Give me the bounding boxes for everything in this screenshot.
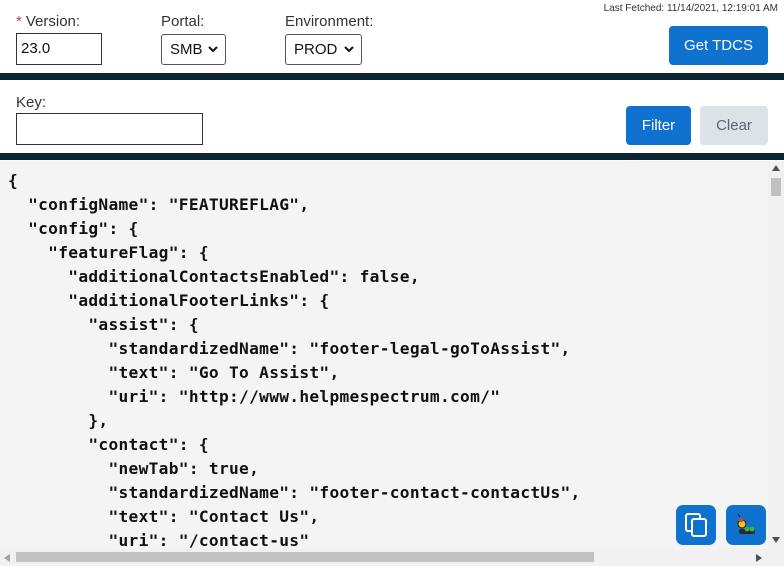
version-label-text: Version: (25, 13, 81, 30)
debug-button[interactable] (726, 505, 766, 545)
scrollbar-corner (768, 549, 784, 566)
chevron-down-icon (208, 46, 218, 53)
vertical-scroll-thumb[interactable] (771, 178, 781, 196)
environment-select[interactable]: PROD (285, 34, 362, 65)
copy-icon (685, 513, 707, 537)
clear-button[interactable]: Clear (700, 106, 768, 145)
filter-divider (0, 153, 784, 160)
key-input[interactable] (16, 113, 203, 145)
bug-icon (737, 513, 755, 534)
last-fetched-timestamp: Last Fetched: 11/14/2021, 12:19:01 AM (603, 3, 778, 14)
vertical-scrollbar[interactable] (768, 161, 784, 549)
horizontal-scrollbar[interactable] (0, 549, 768, 566)
filter-button[interactable]: Filter (626, 106, 691, 145)
json-content: { "configName": "FEATUREFLAG", "config":… (8, 171, 581, 549)
key-label: Key: (16, 94, 47, 111)
version-input[interactable]: 23.0 (16, 33, 102, 65)
header-divider (0, 73, 784, 80)
portal-label: Portal: (161, 13, 205, 30)
scroll-right-arrow-icon[interactable] (756, 554, 762, 562)
json-viewer[interactable]: { "configName": "FEATUREFLAG", "config":… (0, 161, 768, 549)
environment-select-value: PROD (294, 41, 338, 58)
horizontal-scroll-thumb[interactable] (16, 552, 594, 562)
get-tdcs-button[interactable]: Get TDCS (669, 26, 768, 65)
portal-select-value: SMB (170, 41, 203, 58)
environment-label: Environment: (285, 13, 374, 30)
scroll-up-arrow-icon[interactable] (772, 165, 780, 171)
scroll-left-arrow-icon[interactable] (4, 554, 10, 562)
version-label: * Version: (16, 13, 80, 30)
required-marker: * (16, 13, 22, 30)
portal-select[interactable]: SMB (161, 34, 226, 65)
toolbar: Last Fetched: 11/14/2021, 12:19:01 AM * V… (0, 0, 784, 73)
chevron-down-icon (344, 46, 354, 53)
scroll-down-arrow-icon[interactable] (772, 537, 780, 543)
copy-button[interactable] (676, 505, 716, 545)
